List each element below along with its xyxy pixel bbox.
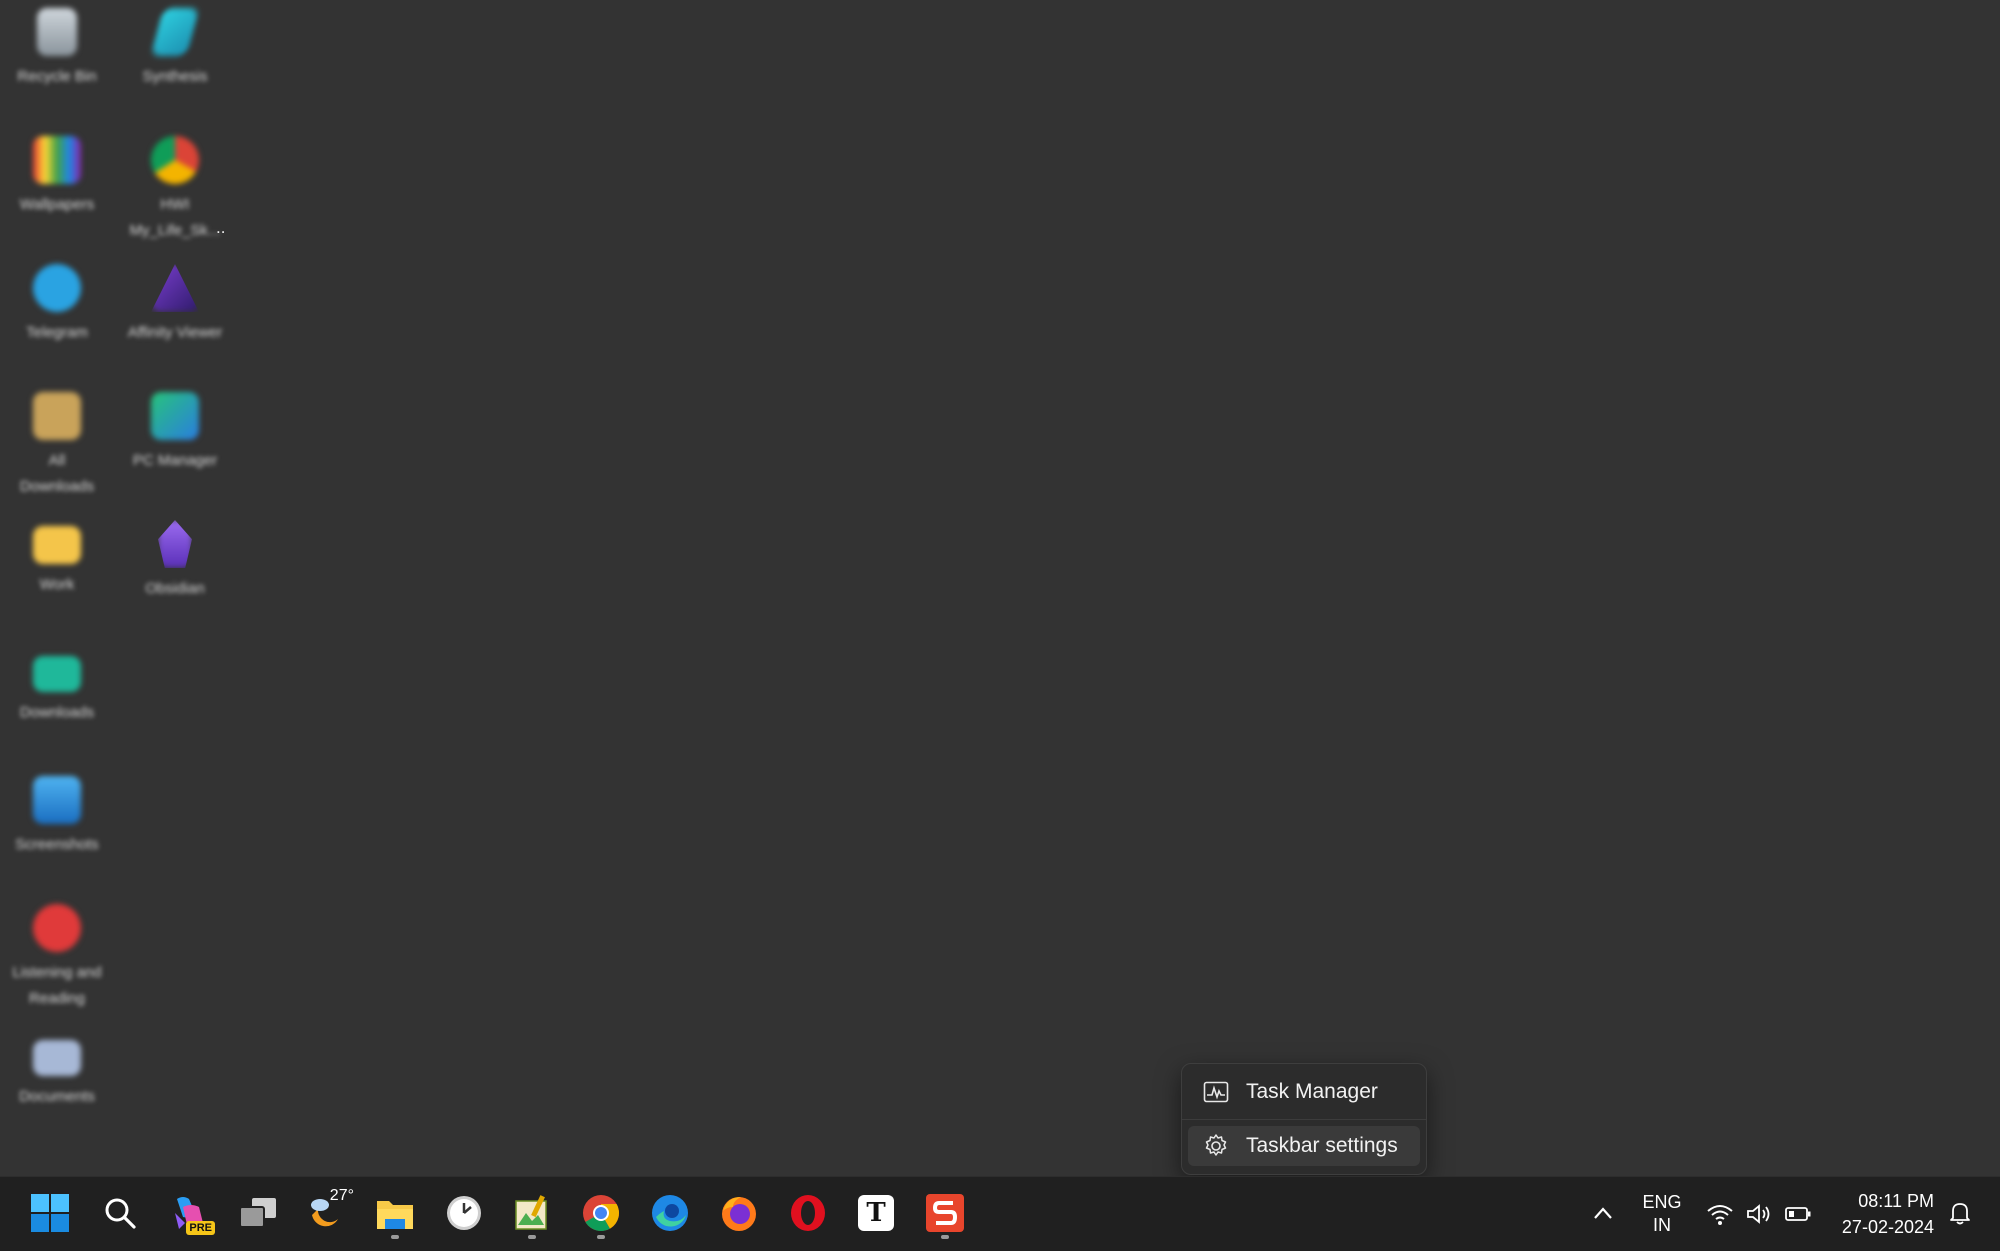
documents-folder-icon	[33, 1040, 81, 1076]
menu-item-label: Taskbar settings	[1246, 1134, 1398, 1157]
desktop-icon-downloads[interactable]: Downloads	[0, 648, 117, 726]
opera-button[interactable]	[780, 1185, 836, 1241]
desktop-icon-label: Listening and Reading	[12, 964, 102, 1007]
image-editor-icon	[515, 1195, 547, 1230]
clock-app-button[interactable]	[436, 1185, 492, 1241]
weather-temperature: 27°	[329, 1187, 354, 1204]
wifi-icon	[1707, 1205, 1733, 1225]
desktop-icon-listening-reading[interactable]: Listening and Reading	[0, 904, 117, 1012]
stray-ellipsis: ..	[216, 218, 226, 237]
running-indicator	[597, 1235, 605, 1239]
desktop-icon-wallpapers[interactable]: Wallpapers	[0, 136, 117, 218]
downloads-folder-icon	[33, 656, 81, 692]
menu-item-label: Task Manager	[1246, 1080, 1378, 1103]
task-view-button[interactable]	[230, 1185, 286, 1241]
obsidian-icon	[158, 520, 192, 568]
weather-widget-button[interactable]: 27°	[298, 1185, 354, 1241]
paint-app-button[interactable]	[504, 1185, 560, 1241]
windows-logo-icon	[31, 1194, 69, 1232]
folder-icon	[33, 392, 81, 440]
chrome-button[interactable]	[573, 1185, 629, 1241]
desktop-icon-recycle-bin[interactable]: Recycle Bin	[0, 8, 117, 90]
menu-item-task-manager[interactable]: Task Manager	[1188, 1072, 1420, 1112]
edge-icon	[652, 1195, 688, 1231]
start-button[interactable]	[22, 1185, 78, 1241]
desktop-icon-all-downloads[interactable]: All Downloads	[0, 392, 117, 500]
desktop-icon-label: PC Manager	[132, 452, 218, 469]
desktop-icon-obsidian[interactable]: Obsidian	[115, 520, 235, 602]
desktop-icon-telegram[interactable]: Telegram	[0, 264, 117, 346]
running-indicator	[941, 1235, 949, 1239]
taskbar: PRE 27° T ENG IN 08:11 PM 27-02-2024	[0, 1176, 2000, 1251]
desktop-icon-label: Telegram	[26, 324, 88, 341]
folder-icon	[33, 526, 81, 564]
telegram-icon	[33, 264, 81, 312]
desktop-icon-label: Documents	[19, 1088, 95, 1105]
language-indicator[interactable]: ENG IN	[1632, 1189, 1692, 1239]
recycle-bin-icon	[37, 8, 77, 56]
taskbar-context-menu: Task Manager Taskbar settings	[1181, 1063, 1427, 1175]
volume-icon	[1747, 1204, 1770, 1224]
file-explorer-icon	[377, 1201, 413, 1229]
wallpapers-icon	[33, 136, 81, 184]
firefox-icon	[722, 1197, 756, 1231]
affinity-icon	[151, 264, 199, 312]
synthesis-icon	[150, 8, 200, 56]
desktop-icon-label: All Downloads	[19, 452, 95, 495]
listening-reading-icon	[33, 904, 81, 952]
desktop-icon-label: Downloads	[19, 704, 95, 721]
s-app-icon	[926, 1194, 964, 1232]
copilot-pre-badge: PRE	[186, 1221, 215, 1235]
desktop-icon-synthesis[interactable]: Synthesis	[115, 8, 235, 90]
gear-icon	[1202, 1132, 1230, 1160]
typora-button[interactable]: T	[848, 1185, 904, 1241]
file-explorer-button[interactable]	[367, 1185, 423, 1241]
clock-time: 08:11 PM	[1858, 1191, 1934, 1211]
quick-settings-button[interactable]	[1700, 1191, 1818, 1237]
task-manager-icon	[1202, 1078, 1230, 1106]
chrome-icon	[583, 1195, 620, 1232]
menu-item-taskbar-settings[interactable]: Taskbar settings	[1188, 1126, 1420, 1166]
desktop-icon-label: Wallpapers	[19, 196, 95, 213]
edge-button[interactable]	[642, 1185, 698, 1241]
snipping-app-button[interactable]	[917, 1185, 973, 1241]
desktop-icon-pc-manager[interactable]: PC Manager	[115, 392, 235, 474]
copilot-button[interactable]: PRE	[161, 1185, 217, 1241]
desktop-icon-label: Obsidian	[145, 580, 205, 597]
desktop-icon-label: Screenshots	[15, 836, 99, 853]
language-region: IN	[1653, 1215, 1671, 1235]
running-indicator	[391, 1235, 399, 1239]
running-indicator	[528, 1235, 536, 1239]
desktop-icon-label: Synthesis	[142, 68, 208, 85]
chrome-icon	[151, 136, 199, 184]
pc-manager-icon	[151, 392, 199, 440]
clock[interactable]: 08:11 PM 27-02-2024	[1842, 1188, 1934, 1240]
desktop-icon-affinity[interactable]: Affinity Viewer	[115, 264, 235, 346]
task-view-icon	[239, 1198, 276, 1228]
clock-date: 27-02-2024	[1841, 1217, 1934, 1237]
search-button[interactable]	[92, 1185, 148, 1241]
desktop-icon-screenshots[interactable]: Screenshots	[0, 776, 117, 858]
show-hidden-icons-button[interactable]	[1575, 1185, 1631, 1241]
menu-separator	[1182, 1119, 1426, 1120]
search-icon	[105, 1198, 136, 1229]
opera-icon	[791, 1195, 825, 1231]
firefox-button[interactable]	[711, 1185, 767, 1241]
desktop-icon-label: Recycle Bin	[17, 68, 97, 85]
desktop-icon-documents[interactable]: Documents	[0, 1032, 117, 1110]
desktop-icon-label: Affinity Viewer	[127, 324, 223, 341]
desktop-icon-label: Work	[39, 576, 75, 593]
screenshots-folder-icon	[33, 776, 81, 824]
typora-icon: T	[858, 1195, 894, 1231]
battery-icon	[1785, 1207, 1811, 1221]
language-code: ENG	[1642, 1192, 1682, 1212]
typora-letter: T	[866, 1198, 886, 1228]
bell-icon	[1950, 1203, 1970, 1225]
notifications-button[interactable]	[1942, 1185, 1978, 1241]
desktop-icon-work[interactable]: Work	[0, 520, 117, 598]
alarm-clock-icon	[447, 1196, 481, 1230]
chevron-up-icon	[1594, 1207, 1612, 1219]
